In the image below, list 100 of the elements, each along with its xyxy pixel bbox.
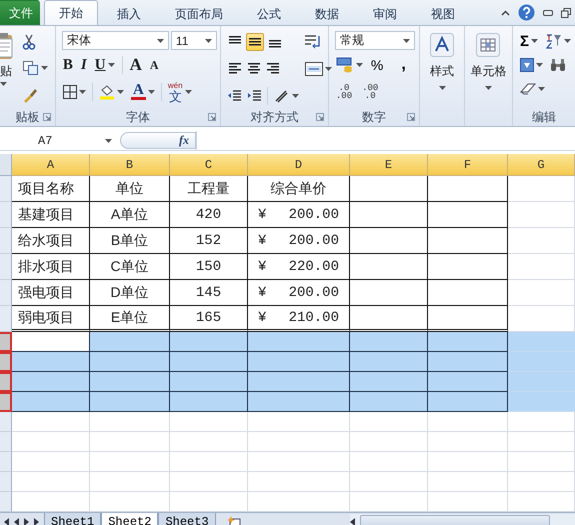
italic-button[interactable]: I [80, 56, 88, 74]
autosum-button[interactable]: Σ [519, 32, 540, 50]
shrink-font-button[interactable]: A [148, 56, 160, 74]
column-header[interactable]: B [90, 154, 170, 176]
fill-button[interactable] [519, 57, 544, 73]
selected-cell[interactable] [248, 352, 350, 372]
selected-cell[interactable] [90, 372, 170, 392]
table-cell: 单位 [90, 176, 170, 202]
ribbon-tab[interactable]: 视图 [416, 3, 470, 25]
selected-cell[interactable] [428, 352, 508, 372]
new-sheet-icon[interactable] [226, 515, 242, 525]
ribbon-tab[interactable]: 审阅 [358, 3, 412, 25]
orientation-button[interactable] [272, 88, 300, 104]
phonetic-button[interactable]: wén 文 [166, 80, 193, 104]
align-button[interactable] [246, 32, 264, 50]
column-header[interactable]: C [170, 154, 248, 176]
column-header[interactable]: F [428, 154, 508, 176]
column-header[interactable]: G [508, 154, 575, 176]
selected-cell[interactable] [170, 332, 248, 352]
underline-button[interactable]: U [94, 56, 116, 74]
sheet-tab[interactable]: Sheet2 [101, 513, 158, 525]
fill-color-button[interactable] [98, 83, 125, 101]
ribbon-tab[interactable]: 页面布局 [160, 3, 238, 25]
selected-cell[interactable] [90, 332, 170, 352]
styles-button[interactable]: 样式 [428, 29, 456, 108]
selected-cell[interactable] [170, 372, 248, 392]
name-box[interactable]: A7 [0, 131, 120, 150]
binoculars-icon[interactable] [550, 58, 566, 72]
sheet-tab[interactable]: Sheet1 [44, 513, 102, 525]
cells-button[interactable]: 单元格 [468, 29, 508, 108]
table-cell [508, 228, 575, 254]
selected-cell[interactable] [90, 352, 170, 372]
sort-filter-button[interactable] [545, 32, 572, 50]
selected-cell[interactable] [350, 352, 428, 372]
selected-cell[interactable] [170, 352, 248, 372]
paint-bucket-icon [98, 84, 115, 100]
merge-cells-button[interactable] [304, 60, 333, 76]
selected-cell[interactable] [12, 352, 90, 372]
row-header[interactable] [0, 392, 12, 412]
sheet-tab[interactable]: Sheet3 [158, 513, 216, 525]
selected-cell[interactable] [248, 392, 350, 412]
selected-cell[interactable] [428, 372, 508, 392]
increase-indent-icon[interactable] [246, 88, 262, 102]
percent-button[interactable]: % [370, 56, 384, 74]
clear-button[interactable] [519, 82, 546, 96]
font-size-dropdown[interactable]: 11 [170, 31, 217, 50]
bold-button[interactable]: B [62, 56, 74, 74]
minimize-icon[interactable] [543, 10, 553, 16]
dialog-launcher-icon[interactable] [42, 113, 51, 121]
align-button[interactable] [264, 60, 281, 76]
column-header[interactable]: E [350, 154, 428, 176]
format-painter-icon[interactable] [22, 86, 38, 103]
scrollbar-thumb[interactable] [360, 515, 550, 525]
selected-cell[interactable] [428, 392, 508, 412]
comma-button[interactable]: , [400, 55, 407, 75]
number-format-dropdown[interactable]: 常规 [334, 31, 415, 50]
selected-cell[interactable] [350, 372, 428, 392]
row-header[interactable] [0, 372, 12, 392]
selected-cell[interactable] [350, 392, 428, 412]
row-header[interactable] [0, 352, 12, 372]
dialog-launcher-icon[interactable] [316, 113, 324, 121]
font-color-button[interactable]: A [130, 83, 156, 101]
scroll-left-icon[interactable] [350, 518, 356, 525]
ribbon-tab[interactable]: 数据 [300, 3, 354, 25]
ribbon-tab[interactable]: 插入 [102, 3, 156, 25]
paste-button[interactable]: 贴 [0, 29, 16, 108]
font-name-dropdown[interactable]: 宋体 [62, 31, 169, 50]
increase-decimal-button[interactable]: .0 .00 [334, 83, 354, 101]
selected-cell[interactable] [170, 392, 248, 412]
selected-cell[interactable] [248, 332, 350, 352]
column-header[interactable]: D [248, 154, 350, 176]
decrease-decimal-button[interactable]: .00 .0 [361, 83, 380, 101]
ribbon-tab[interactable]: 公式 [242, 3, 296, 25]
ribbon-tab[interactable]: 开始 [44, 0, 98, 25]
row-header[interactable] [0, 332, 12, 352]
wrap-text-icon[interactable] [304, 34, 322, 50]
dialog-launcher-icon[interactable] [407, 113, 416, 121]
merge-cells-icon [304, 62, 323, 76]
selected-cell[interactable] [350, 332, 428, 352]
selected-cell[interactable] [248, 372, 350, 392]
grow-font-button[interactable]: A [128, 54, 143, 76]
selected-cell[interactable] [12, 392, 90, 412]
currency-button[interactable] [334, 56, 364, 74]
selected-cell[interactable] [12, 372, 90, 392]
decrease-indent-icon[interactable] [226, 88, 242, 102]
column-header[interactable]: A [12, 154, 90, 176]
restore-icon[interactable] [561, 8, 571, 18]
insert-function-button[interactable]: fx [120, 132, 196, 149]
active-cell[interactable] [12, 332, 90, 352]
file-tab[interactable]: 文件 [0, 0, 40, 25]
help-icon[interactable] [518, 4, 535, 21]
align-button[interactable] [246, 60, 262, 76]
selected-cell[interactable] [428, 332, 508, 352]
selected-cell[interactable] [90, 392, 170, 412]
collapse-ribbon-icon[interactable] [501, 10, 510, 16]
copy-button[interactable] [22, 60, 49, 76]
scissors-icon[interactable] [22, 34, 36, 50]
borders-button[interactable] [62, 84, 87, 100]
align-button[interactable] [226, 60, 243, 76]
dialog-launcher-icon[interactable] [208, 113, 216, 121]
